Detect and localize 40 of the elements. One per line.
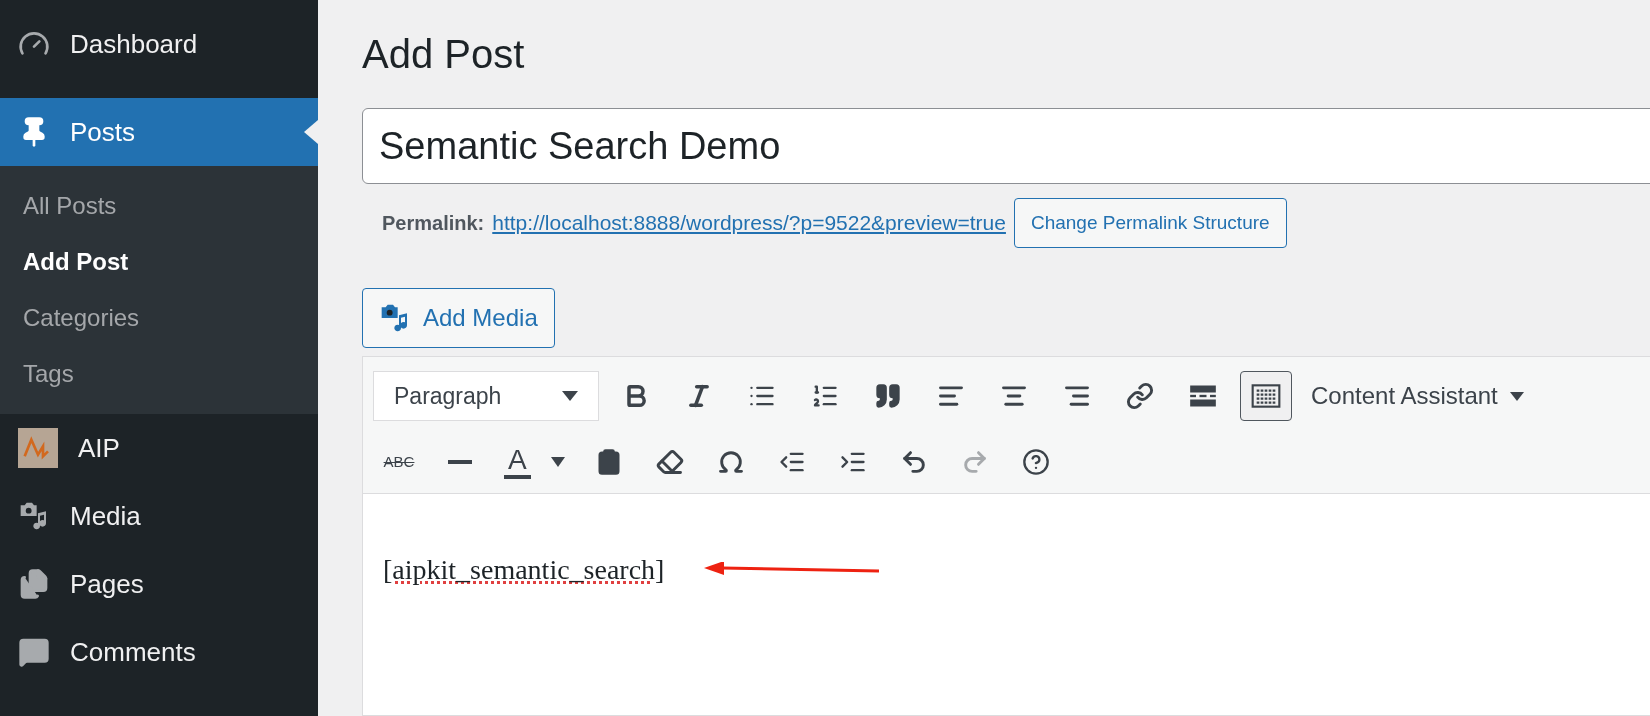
menu-label: Media	[70, 499, 141, 533]
sidebar-menu-item[interactable]: AIP	[0, 414, 318, 482]
submenu-item[interactable]: All Posts	[0, 178, 318, 234]
menu-label: Posts	[70, 115, 136, 149]
omega-icon	[716, 448, 745, 476]
menu-label: Dashboard	[70, 27, 198, 61]
submenu-item[interactable]: Add Post	[0, 234, 318, 290]
post-title-field[interactable]: Semantic Search Demo	[362, 108, 1650, 184]
toolbar-button[interactable]	[1240, 371, 1292, 421]
comment-icon	[18, 636, 50, 668]
pages-icon	[18, 568, 50, 600]
toolbar-button[interactable]: ABC	[373, 437, 425, 487]
content-assistant-menu[interactable]: Content Assistant	[1311, 378, 1524, 414]
blockquote-icon	[874, 382, 902, 410]
dropdown-caret-icon	[1509, 391, 1524, 401]
aip-logo-icon	[18, 428, 58, 468]
change-permalink-button[interactable]: Change Permalink Structure	[1013, 198, 1287, 248]
sidebar-menu-item[interactable]: Comments	[0, 618, 318, 686]
dropdown-caret-icon	[550, 457, 565, 467]
sidebar-menu-item[interactable]: Media	[0, 482, 318, 550]
help-icon	[1021, 448, 1050, 476]
sidebar-menu-item[interactable]: Posts	[0, 98, 318, 166]
shortcode-text: [aipkit_semantic_search]	[383, 553, 665, 587]
add-media-button[interactable]: Add Media	[362, 288, 555, 348]
sidebar-menu-item[interactable]: Pages	[0, 550, 318, 618]
toolbar-button[interactable]: A	[495, 437, 574, 487]
menu-label: Pages	[70, 567, 144, 601]
link-icon	[1126, 382, 1154, 410]
dropdown-caret-icon	[562, 391, 578, 401]
menu-label: AIP	[78, 431, 120, 465]
page-title: Add Post	[362, 31, 526, 78]
format-select[interactable]: Paragraph	[373, 371, 599, 421]
permalink-link[interactable]: http://localhost:8888/wordpress/?p=9522&preview=true	[492, 207, 1006, 239]
eraser-icon	[655, 448, 684, 476]
submenu-item[interactable]: Tags	[0, 346, 318, 402]
menu-label: Comments	[70, 635, 196, 669]
active-pointer-icon	[304, 120, 318, 144]
permalink-label: Permalink:	[382, 211, 485, 236]
sidebar-menu-item[interactable]: Dashboard	[0, 10, 318, 78]
submenu-item[interactable]: Categories	[0, 290, 318, 346]
